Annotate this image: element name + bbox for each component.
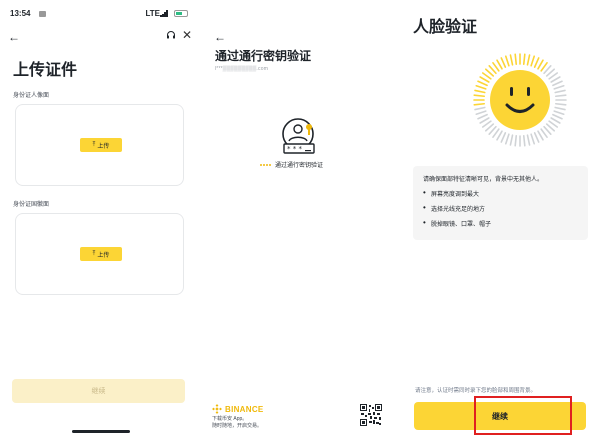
id-back-label: 身份证国徽面 xyxy=(13,202,50,208)
page-title: 通过通行密钥验证 xyxy=(215,49,312,63)
id-back-upload-area[interactable]: ⤒ 上传 xyxy=(15,213,184,295)
binance-wordmark: BINANCE xyxy=(225,404,264,414)
app-promo-line2: 随时随地，开启交易。 xyxy=(212,423,263,429)
highlight-box xyxy=(474,396,572,435)
loading-dots-icon xyxy=(260,162,272,168)
id-front-upload-area[interactable]: ⤒ 上传 xyxy=(15,104,184,186)
back-arrow-icon[interactable]: ← xyxy=(8,30,20,44)
passkey-icon: * * * xyxy=(278,118,322,163)
upload-back-button[interactable]: ⤒ 上传 xyxy=(80,247,122,261)
sim-icon xyxy=(39,11,46,17)
status-bar: 13:54 LTE xyxy=(10,8,190,20)
binance-logo: BINANCE xyxy=(212,404,264,414)
binance-diamond-icon xyxy=(212,404,222,414)
signal-icon xyxy=(160,10,168,17)
continue-button-disabled[interactable]: 继续 xyxy=(12,379,185,403)
app-promo: 下载币安 App。 随时随地，开启交易。 xyxy=(212,416,262,430)
masked-email: l***▒▒▒▒▒▒▒▒▒.com xyxy=(215,66,269,72)
home-indicator xyxy=(72,430,130,433)
instruction-item: 选择光线充足的地方 xyxy=(423,203,578,213)
passkey-status-text: 通过通行密钥验证 xyxy=(275,163,324,169)
qr-code xyxy=(360,404,382,431)
upload-icon: ⤒ xyxy=(92,141,96,148)
page-title: 人脸验证 xyxy=(413,19,478,36)
id-front-label: 身份证人像面 xyxy=(13,93,50,99)
upload-icon: ⤒ xyxy=(92,250,96,257)
instruction-item: 脱掉眼镜、口罩、帽子 xyxy=(423,218,578,228)
page-title: 上传证件 xyxy=(13,62,78,79)
face-verification-screen: 人脸验证 请确保面部特征清晰可见，背景中无其他人。 屏幕亮度调到最大 选择光线充… xyxy=(400,0,600,438)
app-promo-line1: 下载币安 App。 xyxy=(212,416,248,422)
instructions-heading: 请确保面部特征清晰可见，背景中无其他人。 xyxy=(423,177,544,183)
upload-button-label: 上传 xyxy=(97,252,110,259)
back-arrow-icon[interactable]: ← xyxy=(214,30,226,44)
network-label: LTE xyxy=(145,9,160,18)
recording-notice: 请注意，认证时需同时录下您的脸部和周围背景。 xyxy=(415,388,537,394)
status-time: 13:54 xyxy=(10,9,31,18)
close-icon[interactable]: ✕ xyxy=(182,28,192,42)
instructions-box: 请确保面部特征清晰可见，背景中无其他人。 屏幕亮度调到最大 选择光线充足的地方 … xyxy=(413,166,588,240)
headset-icon[interactable] xyxy=(166,30,176,43)
upload-button-label: 上传 xyxy=(97,143,110,150)
upload-front-button[interactable]: ⤒ 上传 xyxy=(80,138,122,152)
passkey-status: 通过通行密钥验证 xyxy=(260,160,323,169)
svg-text:* * *: * * * xyxy=(287,145,302,153)
instruction-item: 屏幕亮度调到最大 xyxy=(423,188,578,198)
face-scan-icon xyxy=(472,52,568,153)
upload-id-screen: 13:54 LTE ← ✕ 上传证件 身份证人像面 ⤒ 上传 身份证国徽面 ⤒ … xyxy=(0,0,200,438)
battery-icon xyxy=(174,10,188,17)
passkey-screen: ← 通过通行密钥验证 l***▒▒▒▒▒▒▒▒▒.com * * * 通过通行密… xyxy=(200,0,400,438)
